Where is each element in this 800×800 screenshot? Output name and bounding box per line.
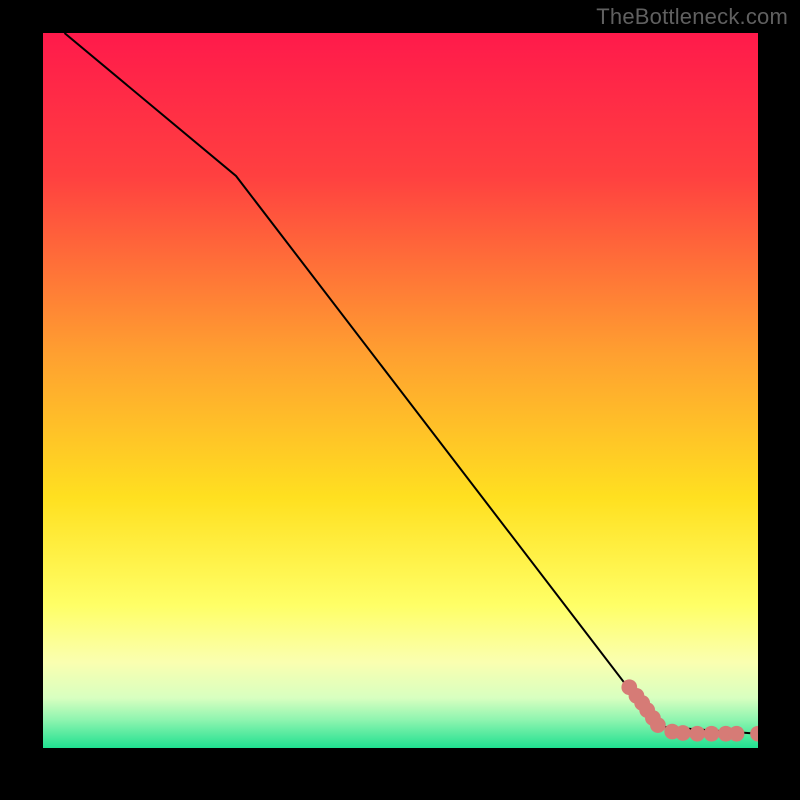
watermark-text: TheBottleneck.com — [596, 4, 788, 30]
plot-area — [43, 33, 758, 748]
bottleneck-curve — [64, 33, 758, 734]
chart-frame: TheBottleneck.com — [0, 0, 800, 800]
highlight-dot — [689, 726, 705, 742]
highlight-dots — [621, 679, 758, 741]
highlight-dot — [750, 726, 758, 742]
highlight-dot — [729, 726, 745, 742]
highlight-dot — [650, 717, 666, 733]
highlight-dot — [675, 725, 691, 741]
highlight-dot — [704, 726, 720, 742]
chart-overlay — [43, 33, 758, 748]
